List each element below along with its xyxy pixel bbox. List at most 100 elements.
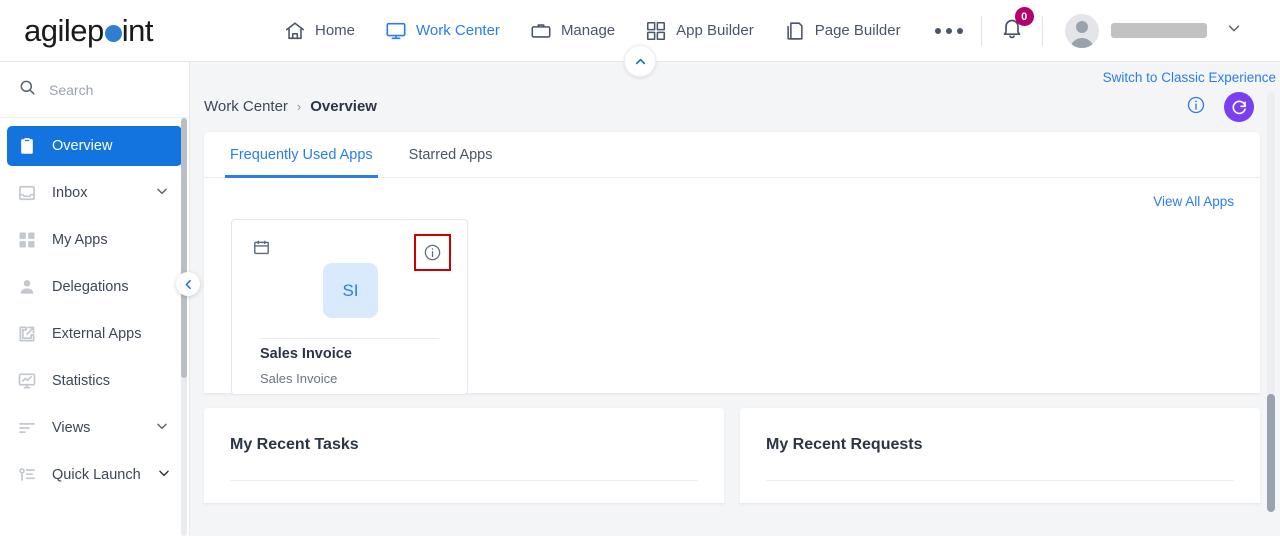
search-icon	[18, 78, 37, 102]
more-options-icon[interactable]	[934, 27, 963, 34]
nav-label-page-builder: Page Builder	[814, 22, 901, 39]
logo-dot-icon	[104, 25, 122, 42]
view-all-apps-link[interactable]: View All Apps	[204, 178, 1260, 209]
app-tiles: SI Sales Invoice Sales Invoice	[204, 209, 1260, 395]
grid-icon	[645, 20, 667, 42]
card-divider	[766, 480, 1234, 481]
my-recent-requests-title: My Recent Requests	[766, 436, 923, 453]
user-menu[interactable]	[1064, 13, 1243, 48]
notifications-button[interactable]: 0	[1000, 7, 1034, 45]
header-divider-1	[980, 15, 982, 46]
nav-label-home: Home	[315, 22, 356, 39]
collapse-sidebar-button[interactable]	[176, 272, 200, 296]
main-nav: Home Work Center Manage App Builder Page…	[282, 16, 963, 46]
chevron-up-icon	[635, 58, 645, 64]
clipboard-icon	[17, 136, 37, 156]
tab-starred-apps[interactable]: Starred Apps	[409, 132, 493, 178]
sidebar-search[interactable]	[0, 62, 189, 118]
sidebar-menu: Overview Inbox My Apps Delegations Exter…	[0, 118, 189, 536]
sidebar-item-overview[interactable]: Overview	[7, 126, 182, 166]
chevron-down-icon[interactable]	[1225, 19, 1243, 42]
refresh-button[interactable]	[1224, 92, 1254, 122]
my-recent-tasks-card: My Recent Tasks	[204, 408, 724, 503]
app-header: agilep int Home Work Center Manage App B…	[0, 0, 1280, 77]
sidebar-item-external-apps[interactable]: External Apps	[7, 314, 182, 354]
chevron-left-icon	[185, 279, 191, 289]
card-divider	[230, 480, 698, 481]
bell-icon	[1000, 19, 1024, 44]
nav-item-app-builder[interactable]: App Builder	[643, 16, 756, 46]
sidebar-item-views[interactable]: Views	[7, 408, 182, 448]
person-icon	[17, 277, 37, 297]
info-icon[interactable]	[1186, 95, 1206, 120]
sidebar-item-statistics[interactable]: Statistics	[7, 361, 182, 401]
nav-item-work-center[interactable]: Work Center	[383, 16, 502, 46]
briefcase-icon	[530, 20, 552, 42]
tab-frequently-used-apps[interactable]: Frequently Used Apps	[225, 132, 378, 178]
sidebar-scrollbar-thumb[interactable]	[181, 118, 187, 378]
page-actions	[1186, 92, 1254, 122]
sidebar: Overview Inbox My Apps	[0, 62, 200, 536]
sidebar-label-my-apps: My Apps	[52, 232, 108, 248]
chart-monitor-icon	[17, 371, 37, 391]
logo-text-part1: agilep	[24, 12, 104, 48]
avatar	[1064, 13, 1099, 48]
sidebar-label-overview: Overview	[52, 138, 113, 154]
nav-label-work-center: Work Center	[416, 22, 500, 39]
quick-launch-icon	[17, 465, 37, 485]
app-tile-info-button[interactable]	[414, 234, 451, 271]
nav-item-home[interactable]: Home	[282, 16, 357, 46]
my-recent-requests-card: My Recent Requests	[740, 408, 1260, 503]
sidebar-label-statistics: Statistics	[52, 373, 111, 389]
main-scrollbar[interactable]	[1267, 92, 1275, 512]
sidebar-label-delegations: Delegations	[52, 279, 129, 295]
my-recent-tasks-title: My Recent Tasks	[230, 436, 359, 453]
app-tile-sales-invoice[interactable]: SI Sales Invoice Sales Invoice	[231, 219, 468, 395]
info-icon	[424, 244, 441, 261]
user-name-redacted	[1110, 23, 1207, 38]
chevron-down-icon[interactable]	[154, 418, 170, 438]
chevron-down-icon[interactable]	[156, 465, 172, 485]
app-tile-divider	[260, 338, 439, 339]
notification-count-badge: 0	[1014, 7, 1034, 26]
apps-panel: Frequently Used Apps Starred Apps View A…	[204, 132, 1260, 395]
main-scrollbar-thumb[interactable]	[1267, 394, 1275, 512]
search-input[interactable]	[49, 81, 159, 98]
breadcrumb-current: Overview	[310, 98, 377, 115]
agilepoint-logo[interactable]: agilep int	[24, 13, 204, 49]
nav-label-app-builder: App Builder	[676, 22, 754, 39]
chevron-down-icon[interactable]	[154, 183, 170, 203]
sidebar-label-quick-launch: Quick Launch	[52, 467, 141, 483]
sidebar-label-inbox: Inbox	[52, 185, 88, 201]
tab-label-frequently-used-apps: Frequently Used Apps	[230, 146, 373, 163]
collapse-header-button[interactable]	[624, 45, 656, 77]
app-tile-subtitle: Sales Invoice	[260, 371, 338, 386]
sidebar-label-views: Views	[52, 420, 91, 436]
header-divider-2	[1041, 15, 1043, 46]
breadcrumb-root[interactable]: Work Center	[204, 98, 288, 115]
breadcrumb-separator: ›	[296, 99, 302, 114]
app-initials-badge: SI	[323, 263, 378, 318]
apps-tabs: Frequently Used Apps Starred Apps	[204, 132, 1260, 178]
sidebar-item-my-apps[interactable]: My Apps	[7, 220, 182, 260]
sidebar-item-delegations[interactable]: Delegations	[7, 267, 182, 307]
sidebar-scrollbar[interactable]	[181, 118, 187, 536]
nav-item-page-builder[interactable]: Page Builder	[782, 16, 903, 46]
main-content: Switch to Classic Experience Work Center…	[190, 62, 1280, 536]
inbox-icon	[17, 183, 37, 203]
nav-label-manage: Manage	[560, 22, 616, 39]
logo-text-part2: int	[121, 12, 154, 48]
body-container: Overview Inbox My Apps	[0, 62, 1280, 536]
external-link-icon	[17, 324, 37, 344]
tab-label-starred-apps: Starred Apps	[408, 146, 493, 163]
sidebar-label-external-apps: External Apps	[52, 326, 142, 342]
refresh-icon	[1232, 100, 1246, 114]
app-tile-title: Sales Invoice	[260, 346, 352, 362]
calendar-icon	[252, 238, 271, 262]
sidebar-item-quick-launch[interactable]: Quick Launch	[7, 455, 182, 495]
filter-lines-icon	[17, 418, 37, 438]
sidebar-item-inbox[interactable]: Inbox	[7, 173, 182, 213]
nav-item-manage[interactable]: Manage	[528, 16, 617, 46]
pages-icon	[784, 20, 806, 42]
breadcrumb: Work Center › Overview	[190, 62, 1280, 122]
